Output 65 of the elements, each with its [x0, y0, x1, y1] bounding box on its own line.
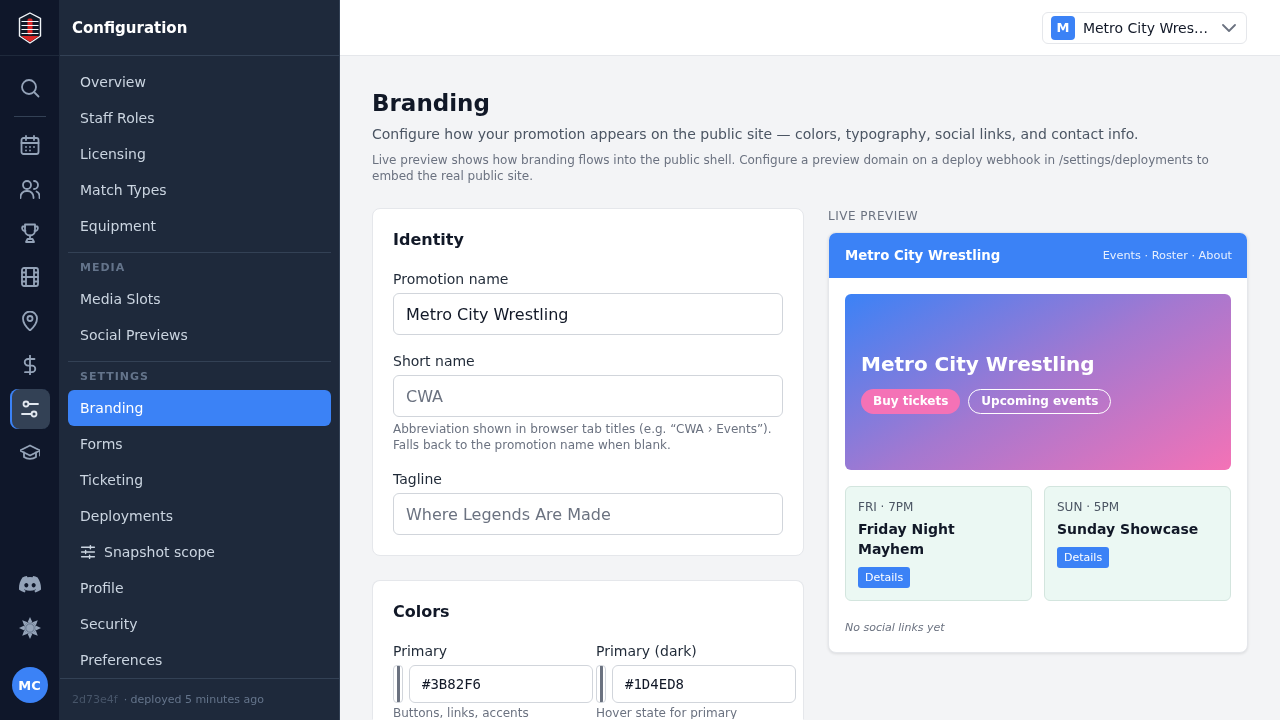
field-label: Short name — [393, 352, 476, 371]
sidebar-item[interactable]: Branding — [68, 390, 331, 426]
map-pin-icon — [19, 311, 40, 331]
field-hint: Abbreviation shown in browser tab titles (e.g. “CWA › Events”). Falls back to the promotion name when blank. — [393, 421, 773, 453]
event-time: FRI · 7PM — [858, 499, 915, 515]
film-strip-icon — [19, 267, 40, 287]
text-input[interactable]: Where Legends Are Made — [393, 493, 783, 535]
sliders-icon — [19, 399, 40, 419]
field-label: Primary — [393, 642, 449, 661]
page-note: Live preview shows how branding flows into the public shell. Configure a preview domain on a deploy webhook in /settings/deployments to embed the real public site. — [372, 152, 1210, 184]
hex-input[interactable]: #3B82F6 — [409, 665, 593, 703]
promotion-avatar: M — [1050, 15, 1075, 40]
sidebar-item[interactable]: Deployments — [68, 498, 331, 534]
sidebar-item[interactable]: Forms — [68, 426, 331, 462]
user-avatar[interactable]: MC — [11, 667, 48, 703]
sidebar-item[interactable]: Staff Roles — [68, 100, 331, 136]
sliders-icon — [80, 544, 96, 560]
sidebar-item[interactable]: Snapshot scope — [68, 534, 331, 570]
sidebar-item[interactable]: Social Previews — [68, 317, 331, 353]
sidebar-item[interactable]: Match Types — [68, 172, 331, 208]
graduation-cap-icon — [19, 443, 40, 463]
sidebar-item[interactable]: Licensing — [68, 136, 331, 172]
text-input[interactable]: Metro City Wrestling — [393, 293, 783, 335]
field-hint: Hover state for primary — [596, 706, 739, 719]
field-hint: Buttons, links, accents — [393, 706, 530, 719]
site-title: Metro City Wrestling — [845, 248, 1001, 263]
details-button[interactable]: Details — [858, 567, 911, 588]
page-subtitle: Configure how your promotion appears on the public site — colors, typography, social links, and contact info. — [372, 125, 1140, 144]
search-icon — [19, 78, 40, 98]
page-title: Branding — [372, 89, 491, 118]
trophy-icon — [19, 223, 40, 243]
color-picker-field[interactable] — [596, 665, 606, 703]
sidebar-item[interactable]: Media Slots — [68, 281, 331, 317]
hex-input[interactable]: #1D4ED8 — [612, 665, 796, 703]
section-heading: MEDIA — [79, 260, 127, 276]
promotion-switcher[interactable]: M Metro City Wres… — [1041, 11, 1247, 44]
sidebar-item[interactable]: Security — [68, 606, 331, 642]
section-heading: SETTINGS — [79, 369, 150, 385]
details-button[interactable]: Details — [1057, 547, 1110, 568]
field-label: Primary (dark) — [596, 642, 698, 661]
sidebar-item[interactable]: Preferences — [68, 642, 331, 678]
sidebar-item[interactable]: Equipment — [68, 208, 331, 244]
calendar-icon — [19, 135, 40, 155]
sidebar-item[interactable]: Profile — [68, 570, 331, 606]
sliders-button[interactable] — [9, 389, 50, 429]
field-label: Tagline — [393, 470, 443, 489]
shield-logo-icon — [17, 11, 42, 44]
sidebar-item[interactable]: Overview — [68, 64, 331, 100]
deploy-status: · deployed 5 minutes ago — [123, 693, 264, 706]
social-links-note: No social links yet — [845, 621, 946, 635]
card-title: Identity — [393, 229, 465, 251]
color-picker-field[interactable] — [393, 665, 403, 703]
people-icon — [19, 179, 40, 199]
sun-icon — [18, 617, 41, 639]
card-title: Colors — [393, 601, 451, 623]
preview-label: LIVE PREVIEW — [828, 208, 920, 224]
text-input[interactable]: CWA — [393, 375, 783, 417]
event-time: SUN · 5PM — [1057, 499, 1121, 515]
sidebar-title: Configuration — [72, 18, 188, 37]
hero-title: Metro City Wrestling — [861, 350, 1096, 377]
event-title: Sunday Showcase — [1057, 520, 1200, 539]
sidebar-item[interactable]: Ticketing — [68, 462, 331, 498]
discord-icon — [18, 575, 41, 593]
event-title: Friday Night Mayhem — [858, 520, 956, 559]
field-label: Promotion name — [393, 270, 510, 289]
